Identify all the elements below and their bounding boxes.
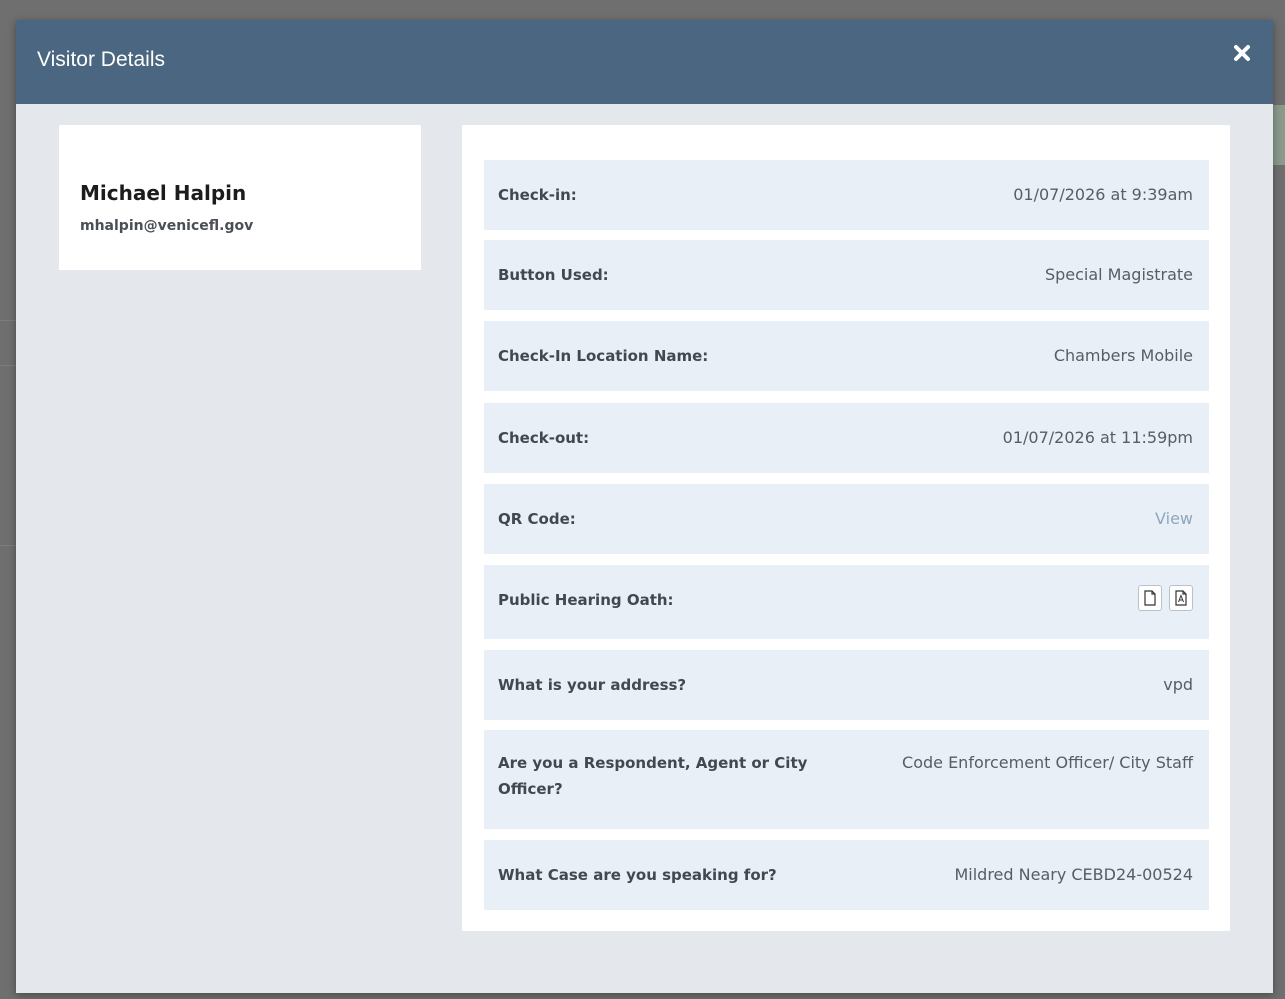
oath-pdf-button[interactable] (1169, 585, 1193, 611)
visitor-name: Michael Halpin (80, 181, 247, 205)
oath-label: Public Hearing Oath: (498, 591, 674, 609)
check-out-value: 01/07/2026 at 11:59pm (1002, 428, 1193, 447)
button-used-label: Button Used: (498, 266, 609, 284)
detail-row-check-in: Check-in: 01/07/2026 at 9:39am (484, 160, 1209, 230)
profile-card: Michael Halpin mhalpin@venicefl.gov (59, 125, 421, 270)
document-icon (1144, 590, 1156, 606)
background-strip (1272, 105, 1285, 165)
role-label: Are you a Respondent, Agent or City Offi… (498, 754, 808, 798)
close-icon (1234, 45, 1250, 61)
detail-row-qr-code: QR Code: View (484, 484, 1209, 554)
case-value: Mildred Neary CEBD24-00524 (954, 865, 1193, 884)
check-in-label: Check-in: (498, 186, 577, 204)
visitor-details-modal: Visitor Details Michael Halpin mhalpin@v… (16, 20, 1273, 993)
role-value: Code Enforcement Officer/ City Staff (902, 753, 1193, 772)
location-label: Check-In Location Name: (498, 347, 709, 365)
oath-document-button[interactable] (1138, 585, 1162, 611)
check-out-label: Check-out: (498, 429, 590, 447)
detail-row-button-used: Button Used: Special Magistrate (484, 240, 1209, 310)
check-in-value: 01/07/2026 at 9:39am (1013, 185, 1193, 204)
detail-row-address: What is your address? vpd (484, 650, 1209, 720)
qr-code-view-link[interactable]: View (1155, 506, 1193, 532)
detail-row-check-out: Check-out: 01/07/2026 at 11:59pm (484, 403, 1209, 473)
location-value: Chambers Mobile (1053, 346, 1193, 365)
close-button[interactable] (1231, 42, 1253, 64)
detail-row-role: Are you a Respondent, Agent or City Offi… (484, 730, 1209, 829)
pdf-icon (1175, 590, 1187, 606)
case-label: What Case are you speaking for? (498, 866, 777, 884)
address-value: vpd (1163, 675, 1193, 694)
detail-row-location: Check-In Location Name: Chambers Mobile (484, 321, 1209, 391)
detail-row-oath: Public Hearing Oath: (484, 565, 1209, 639)
modal-header: Visitor Details (16, 20, 1273, 104)
modal-title: Visitor Details (37, 48, 165, 71)
visitor-email: mhalpin@venicefl.gov (80, 218, 254, 234)
button-used-value: Special Magistrate (1044, 265, 1193, 284)
detail-row-case: What Case are you speaking for? Mildred … (484, 840, 1209, 910)
details-card: Check-in: 01/07/2026 at 9:39am Button Us… (462, 125, 1230, 931)
address-label: What is your address? (498, 676, 687, 694)
qr-code-label: QR Code: (498, 510, 576, 528)
